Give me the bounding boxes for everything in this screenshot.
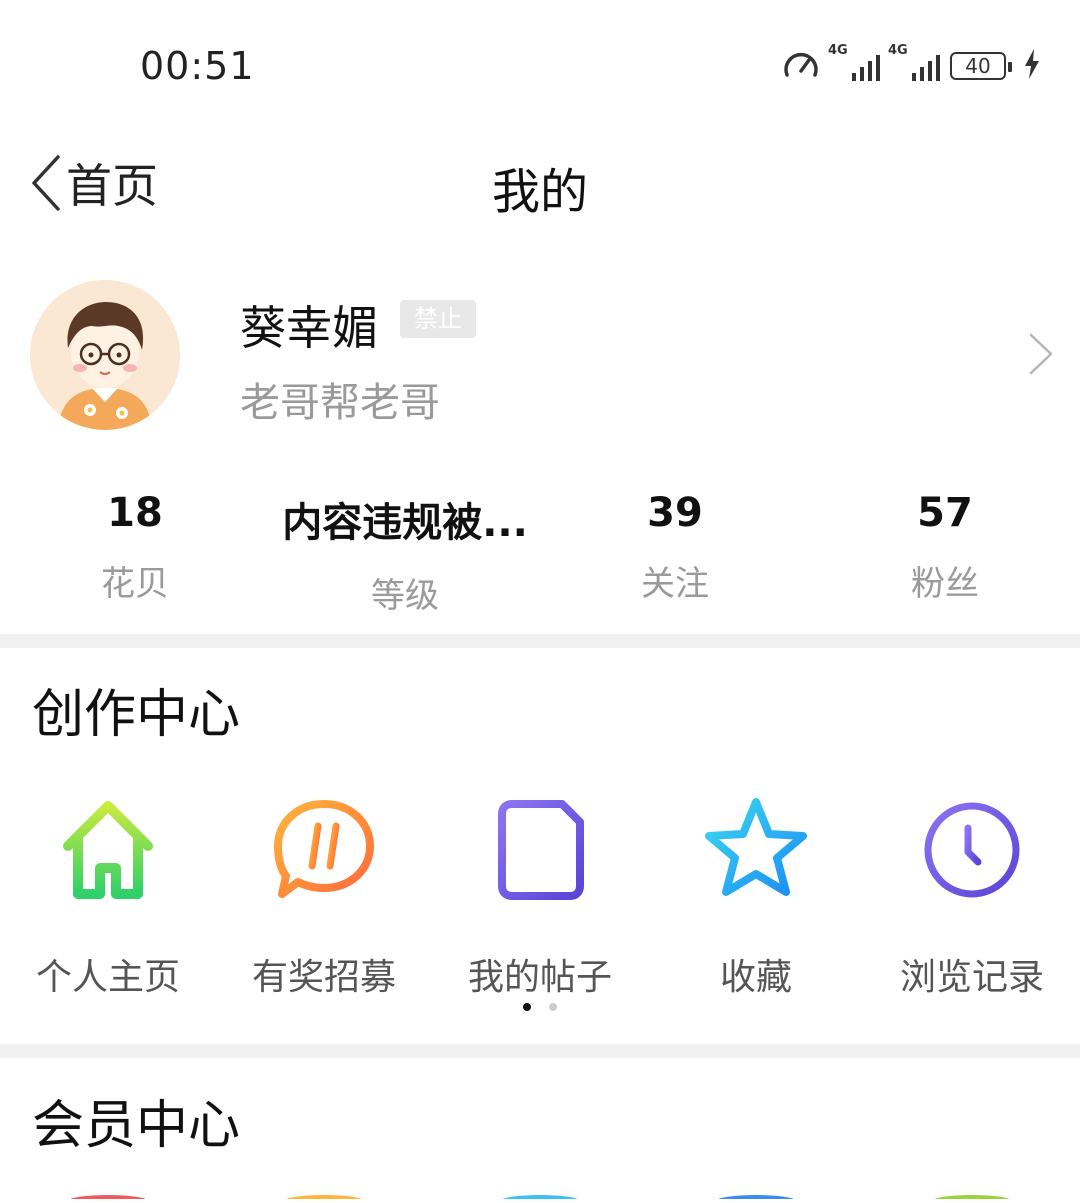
- home-icon: [48, 790, 168, 910]
- clock-icon: [912, 790, 1032, 910]
- tool-browsing-history[interactable]: 浏览记录: [864, 790, 1080, 1000]
- tool-my-posts[interactable]: 我的帖子: [432, 790, 648, 1000]
- stat-label: 花贝: [101, 564, 169, 604]
- page-indicator: [0, 1003, 1080, 1011]
- page-title: 我的: [491, 164, 588, 220]
- hashtag-chat-icon: [264, 790, 384, 910]
- chevron-right-icon: [1028, 332, 1054, 380]
- battery-icon: 40: [950, 52, 1012, 80]
- page-dot-2[interactable]: [549, 1003, 557, 1011]
- stat-huabei[interactable]: 18 花贝: [35, 490, 235, 605]
- profile-card[interactable]: 葵幸媚 禁止 老哥帮老哥: [0, 270, 1080, 450]
- member-center-icons-peek: [0, 1184, 1080, 1203]
- section-divider: [0, 634, 1080, 648]
- stat-value: 57: [917, 490, 973, 536]
- status-bar: 00:51 4G 4G 40: [0, 0, 1080, 130]
- stat-label: 关注: [641, 564, 709, 604]
- status-time: 00:51: [140, 44, 255, 88]
- tool-rewarded-recruitment[interactable]: 有奖招募: [216, 790, 432, 1000]
- status-icons: 4G 4G 40: [782, 43, 1040, 86]
- document-icon: [480, 790, 600, 910]
- avatar[interactable]: [30, 280, 180, 430]
- stat-value: 18: [107, 490, 163, 536]
- stat-label: 等级: [371, 576, 439, 616]
- speed-gauge-icon: [782, 47, 820, 85]
- user-stats: 18 花贝 内容违规被... 等级 39 关注 57 粉丝: [0, 490, 1080, 620]
- tool-label: 我的帖子: [467, 957, 612, 998]
- charging-bolt-icon: [1024, 49, 1040, 83]
- member-center-title: 会员中心: [32, 1096, 241, 1156]
- user-signature: 老哥帮老哥: [240, 380, 440, 426]
- username: 葵幸媚: [240, 301, 378, 355]
- tool-personal-homepage[interactable]: 个人主页: [0, 790, 216, 1000]
- page-dot-1[interactable]: [523, 1003, 531, 1011]
- tool-label: 浏览记录: [899, 957, 1044, 998]
- tool-label: 个人主页: [35, 957, 180, 998]
- status-badge: 禁止: [400, 300, 476, 338]
- star-icon: [696, 790, 816, 910]
- signal-1-icon: 4G: [828, 43, 880, 81]
- stat-value: 39: [647, 490, 703, 536]
- stat-label: 粉丝: [911, 564, 979, 604]
- stat-value: 内容违规被...: [282, 500, 528, 546]
- creation-center-title: 创作中心: [32, 685, 241, 745]
- stat-followers[interactable]: 57 粉丝: [845, 490, 1045, 605]
- tool-favorites[interactable]: 收藏: [648, 790, 864, 1000]
- creation-center-grid: 个人主页 有奖招募 我的帖子 收藏 浏览记录: [0, 790, 1080, 998]
- tool-label: 有奖招募: [251, 957, 396, 998]
- section-divider: [0, 1044, 1080, 1058]
- stat-level[interactable]: 内容违规被... 等级: [255, 490, 555, 617]
- signal-2-icon: 4G: [888, 43, 940, 81]
- tool-label: 收藏: [719, 957, 792, 998]
- top-navigation: 首页 我的: [0, 130, 1080, 240]
- stat-following[interactable]: 39 关注: [575, 490, 775, 605]
